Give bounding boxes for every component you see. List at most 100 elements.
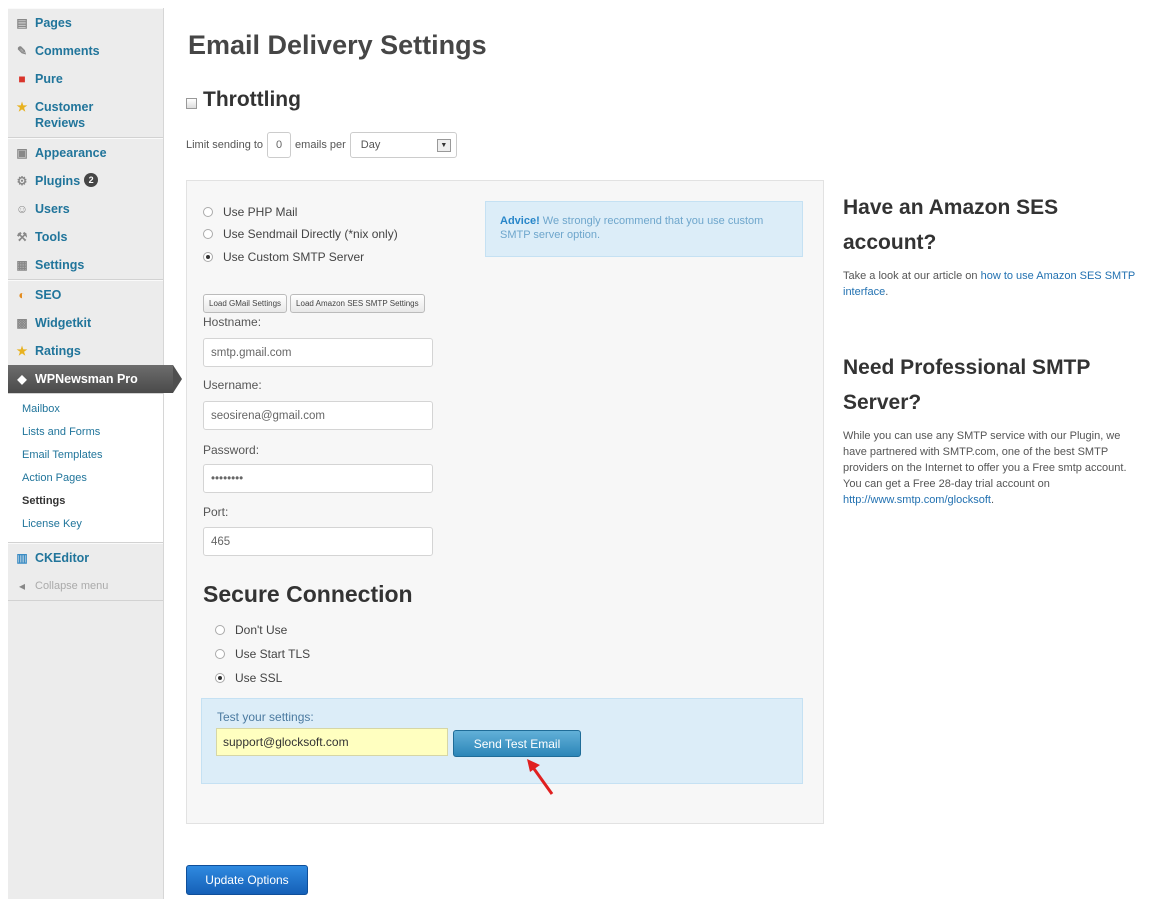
update-count-badge: 2 bbox=[84, 173, 99, 187]
radio-label: Use PHP Mail bbox=[223, 205, 298, 219]
menu-label: WPNewsman Pro bbox=[35, 372, 138, 386]
radio-button[interactable] bbox=[215, 649, 225, 659]
amazon-ses-heading: Have an Amazon SES account? bbox=[843, 196, 1059, 254]
preset-buttons: Load GMail Settings Load Amazon SES SMTP… bbox=[203, 294, 428, 313]
menu-label: Appearance bbox=[35, 146, 107, 160]
submenu-item-lists-and-forms[interactable]: Lists and Forms bbox=[22, 421, 163, 444]
menu-item-widgetkit[interactable]: ▩ Widgetkit bbox=[8, 309, 163, 337]
smtp-com-link[interactable]: http://www.smtp.com/glocksoft bbox=[843, 494, 991, 506]
radio-label: Use Start TLS bbox=[235, 647, 311, 661]
password-label: Password: bbox=[203, 443, 260, 457]
pro-smtp-text-end: . bbox=[990, 494, 994, 506]
delivery-settings-panel: Use PHP Mail Use Sendmail Directly (*nix… bbox=[186, 180, 824, 824]
menu-label: CKEditor bbox=[35, 551, 90, 565]
menu-item-settings[interactable]: ▦ Settings bbox=[8, 251, 163, 279]
radio-label: Use Sendmail Directly (*nix only) bbox=[223, 227, 398, 241]
menu-label: Comments bbox=[35, 44, 100, 58]
throttling-limit-row: Limit sending to 0 emails per Day ▼ bbox=[186, 132, 457, 158]
menu-item-customer-reviews[interactable]: ★ Customer Reviews bbox=[8, 93, 163, 137]
radio-label: Use Custom SMTP Server bbox=[223, 250, 365, 264]
radio-button[interactable] bbox=[203, 229, 213, 239]
users-icon: ☺ bbox=[15, 202, 29, 216]
pro-smtp-text-body: While you can use any SMTP service with … bbox=[843, 430, 1127, 490]
menu-label: Customer Reviews bbox=[35, 100, 94, 130]
pure-icon: ■ bbox=[18, 72, 26, 86]
menu-item-tools[interactable]: ⚒ Tools bbox=[8, 223, 163, 251]
pro-smtp-heading: Need Professional SMTP Server? bbox=[843, 356, 1091, 414]
menu-group-content: ▤ Pages ✎ Comments ■ Pure ★ Customer Reviews bbox=[8, 8, 163, 138]
menu-label: Widgetkit bbox=[35, 316, 92, 330]
collapse-icon: ◂ bbox=[18, 579, 26, 593]
delivery-option-custom-smtp[interactable]: Use Custom SMTP Server bbox=[203, 250, 364, 264]
port-label: Port: bbox=[203, 505, 229, 519]
password-input[interactable]: •••••••• bbox=[203, 464, 433, 493]
plugins-icon: ⚙ bbox=[16, 174, 28, 188]
advice-bold: Advice! bbox=[500, 215, 540, 227]
menu-item-seo[interactable]: ◐ SEO bbox=[8, 281, 163, 309]
red-arrow-icon bbox=[527, 759, 554, 795]
submenu-item-mailbox[interactable]: Mailbox bbox=[22, 398, 163, 421]
radio-button[interactable] bbox=[215, 625, 225, 635]
menu-item-pure[interactable]: ■ Pure bbox=[8, 65, 163, 93]
throttling-checkbox[interactable] bbox=[186, 97, 197, 109]
test-settings-box: Test your settings: support@glocksoft.co… bbox=[201, 698, 803, 795]
throttling-header: Throttling bbox=[186, 88, 301, 112]
menu-group-plugins: ◐ SEO ▩ Widgetkit ★ Ratings ◆ WPNewsman Pro bbox=[8, 280, 182, 394]
menu-item-ratings[interactable]: ★ Ratings bbox=[8, 337, 163, 365]
amazon-ses-text-start: Take a look at our article on bbox=[843, 270, 981, 282]
menu-label: Settings bbox=[35, 258, 85, 272]
test-settings-label: Test your settings: bbox=[217, 710, 314, 724]
submenu-item-license-key[interactable]: License Key bbox=[22, 513, 163, 536]
menu-item-wpnewsman-pro[interactable]: ◆ WPNewsman Pro bbox=[8, 365, 182, 393]
menu-label: Ratings bbox=[35, 344, 81, 358]
collapse-menu-button[interactable]: ◂ Collapse menu bbox=[8, 572, 163, 600]
send-test-email-button[interactable]: Send Test Email bbox=[453, 730, 581, 757]
load-gmail-settings-button[interactable]: Load GMail Settings bbox=[203, 294, 288, 313]
radio-button[interactable] bbox=[215, 673, 225, 683]
submenu-item-email-templates[interactable]: Email Templates bbox=[22, 444, 163, 467]
radio-button[interactable] bbox=[203, 207, 213, 217]
page-title: Email Delivery Settings bbox=[188, 30, 487, 60]
secure-option-dont-use[interactable]: Don't Use bbox=[215, 623, 287, 637]
secure-option-start-tls[interactable]: Use Start TLS bbox=[215, 647, 310, 661]
menu-label: SEO bbox=[35, 288, 62, 302]
period-select-value: Day bbox=[360, 139, 381, 151]
period-select[interactable]: Day ▼ bbox=[349, 132, 457, 158]
pro-smtp-text: While you can use any SMTP service with … bbox=[843, 428, 1145, 508]
secure-connection-title: Secure Connection bbox=[203, 581, 413, 607]
radio-button[interactable] bbox=[203, 252, 213, 262]
port-input[interactable]: 465 bbox=[203, 527, 433, 556]
delivery-option-sendmail[interactable]: Use Sendmail Directly (*nix only) bbox=[203, 227, 398, 241]
test-email-input[interactable]: support@glocksoft.com bbox=[216, 728, 448, 756]
delivery-option-php-mail[interactable]: Use PHP Mail bbox=[203, 205, 297, 219]
username-label: Username: bbox=[203, 378, 262, 392]
limit-count-input[interactable]: 0 bbox=[267, 132, 292, 158]
collapse-label: Collapse menu bbox=[35, 580, 109, 592]
throttling-title: Throttling bbox=[203, 88, 301, 111]
menu-item-appearance[interactable]: ▣ Appearance bbox=[8, 139, 163, 167]
submenu-item-settings[interactable]: Settings bbox=[22, 490, 163, 513]
admin-sidebar: ▤ Pages ✎ Comments ■ Pure ★ Customer Reviews… bbox=[8, 8, 182, 899]
menu-item-users[interactable]: ☺ Users bbox=[8, 195, 163, 223]
menu-item-ckeditor[interactable]: ▥ CKEditor bbox=[8, 544, 163, 572]
submenu-item-action-pages[interactable]: Action Pages bbox=[22, 467, 163, 490]
limit-mid-label: emails per bbox=[295, 139, 346, 151]
username-input[interactable]: seosirena@gmail.com bbox=[203, 401, 433, 430]
info-sidebar: Have an Amazon SES account? Take a look … bbox=[843, 190, 1145, 506]
menu-item-plugins[interactable]: ⚙ Plugins 2 bbox=[8, 167, 163, 195]
limit-prefix-label: Limit sending to bbox=[186, 139, 264, 151]
load-amazon-ses-settings-button[interactable]: Load Amazon SES SMTP Settings bbox=[290, 294, 425, 313]
amazon-ses-text: Take a look at our article on how to use… bbox=[843, 268, 1145, 300]
star-icon: ★ bbox=[16, 100, 28, 114]
update-options-button[interactable]: Update Options bbox=[186, 865, 308, 895]
menu-label: Plugins bbox=[35, 174, 81, 188]
hostname-input[interactable]: smtp.gmail.com bbox=[203, 338, 433, 367]
secure-option-ssl[interactable]: Use SSL bbox=[215, 671, 282, 685]
chevron-down-icon: ▼ bbox=[436, 138, 451, 152]
settings-icon: ▦ bbox=[16, 258, 28, 272]
menu-item-comments[interactable]: ✎ Comments bbox=[8, 37, 163, 65]
ratings-icon: ★ bbox=[16, 344, 28, 358]
pages-icon: ▤ bbox=[16, 16, 28, 30]
menu-label: Tools bbox=[35, 230, 68, 244]
menu-item-pages[interactable]: ▤ Pages bbox=[8, 9, 163, 37]
